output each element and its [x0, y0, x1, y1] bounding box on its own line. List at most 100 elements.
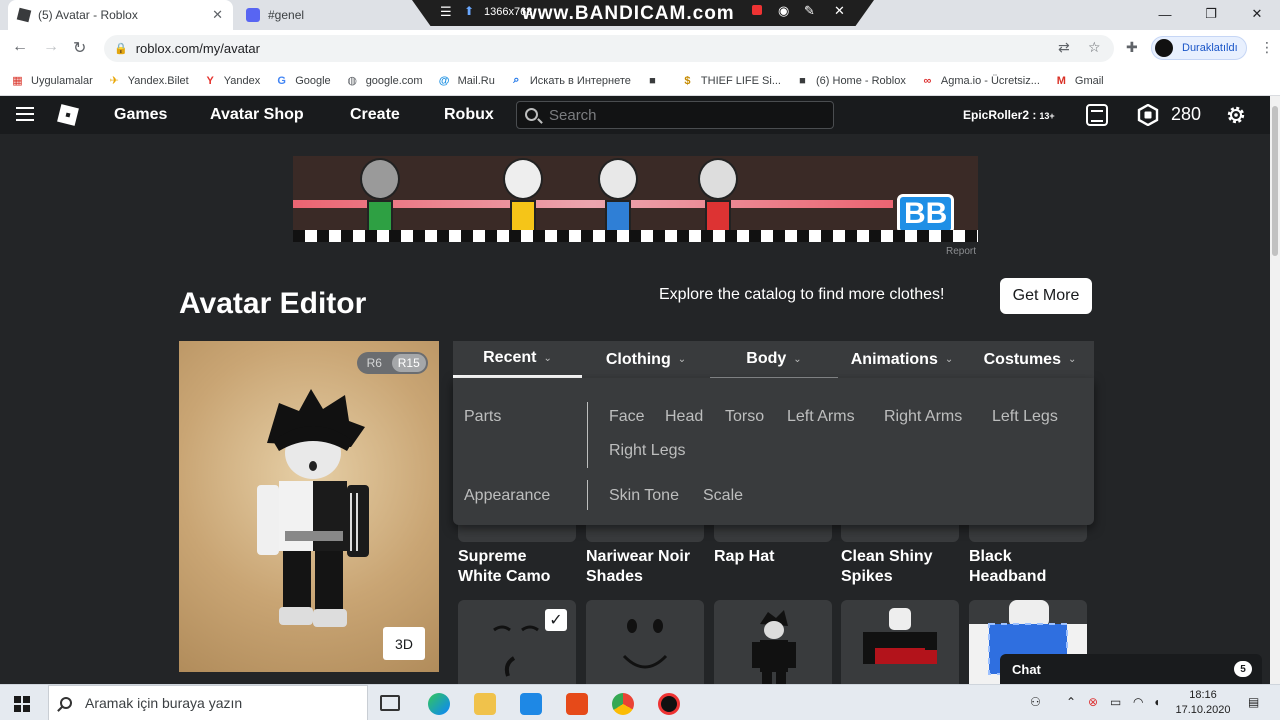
restore-window-icon[interactable]: ❐: [1188, 0, 1234, 28]
item-card[interactable]: [458, 522, 576, 542]
antivirus-icon[interactable]: ⊗: [1088, 695, 1098, 709]
bookmark-item[interactable]: ∞ Agma.io - Ücretsiz...: [920, 73, 1039, 88]
bookmark-item[interactable]: G Google: [274, 73, 330, 88]
tab-clothing[interactable]: Clothing ⌄: [582, 341, 710, 378]
item-card-shirt[interactable]: [841, 600, 959, 690]
menu-item-scale[interactable]: Scale: [703, 487, 743, 505]
get-more-button[interactable]: Get More: [1000, 278, 1092, 314]
menu-item-skin-tone[interactable]: Skin Tone: [609, 487, 679, 505]
browser-menu-icon[interactable]: ⋮: [1260, 39, 1274, 56]
nav-games[interactable]: Games: [114, 106, 167, 124]
item-name[interactable]: Nariwear Noir Shades: [586, 547, 711, 587]
translate-icon[interactable]: ⇄: [1058, 39, 1070, 56]
menu-item-left-arms[interactable]: Left Arms: [787, 408, 855, 426]
nav-create[interactable]: Create: [350, 106, 400, 124]
task-view-icon[interactable]: [380, 695, 400, 711]
item-card-outfit[interactable]: [714, 600, 832, 690]
item-card[interactable]: [841, 522, 959, 542]
tab-costumes[interactable]: Costumes ⌄: [966, 341, 1094, 378]
item-card-face[interactable]: [586, 600, 704, 690]
edge-browser-icon[interactable]: [428, 693, 450, 715]
address-bar[interactable]: 🔒 roblox.com/my/avatar: [104, 35, 1114, 62]
wifi-icon[interactable]: ◠: [1133, 695, 1143, 709]
system-clock[interactable]: 18:16 17.10.2020: [1168, 688, 1238, 718]
equipped-checkmark-icon[interactable]: ✓: [545, 609, 567, 631]
search-input[interactable]: Search: [516, 101, 834, 129]
people-icon[interactable]: ⚇: [1030, 695, 1041, 709]
tab-avatar-roblox[interactable]: (5) Avatar - Roblox ✕: [8, 0, 233, 30]
bookmark-item[interactable]: ■: [645, 73, 666, 88]
item-card[interactable]: [586, 522, 704, 542]
avatar-preview[interactable]: [179, 341, 439, 672]
item-card[interactable]: [714, 522, 832, 542]
tab-body[interactable]: Body ⌄: [710, 341, 838, 378]
nav-robux[interactable]: Robux: [444, 106, 494, 124]
ad-banner[interactable]: BB: [293, 156, 978, 242]
robux-balance[interactable]: 280: [1171, 104, 1201, 125]
tab-recent[interactable]: Recent ⌄: [453, 341, 582, 378]
tab-genel[interactable]: #genel: [236, 0, 406, 30]
close-window-icon[interactable]: ✕: [1234, 0, 1280, 28]
nav-avatar-shop[interactable]: Avatar Shop: [210, 106, 304, 124]
volume-icon[interactable]: ◖: [1153, 695, 1160, 709]
bookmark-item[interactable]: Y Yandex: [203, 73, 261, 88]
bookmark-item[interactable]: $ THIEF LIFE Si...: [680, 73, 781, 88]
age-label: 13+: [1039, 111, 1055, 121]
file-explorer-icon[interactable]: [474, 693, 496, 715]
rig-r6-option[interactable]: R6: [357, 356, 392, 370]
messages-icon[interactable]: [1086, 104, 1108, 126]
taskbar-search-input[interactable]: Aramak için buraya yazın: [48, 685, 368, 720]
hamburger-menu-icon[interactable]: [16, 107, 34, 121]
menu-item-face[interactable]: Face: [609, 408, 645, 426]
settings-gear-icon[interactable]: [1225, 104, 1247, 126]
rig-toggle[interactable]: R6 R15: [357, 352, 428, 374]
bookmark-item[interactable]: ⌕ Искать в Интернете: [509, 73, 631, 88]
close-tab-icon[interactable]: ✕: [212, 7, 223, 23]
notifications-icon[interactable]: ▤: [1248, 695, 1259, 709]
page-scrollbar[interactable]: [1270, 96, 1280, 684]
menu-item-head[interactable]: Head: [665, 408, 703, 426]
chat-bar[interactable]: Chat 5: [1000, 654, 1262, 684]
chrome-icon[interactable]: [612, 693, 634, 715]
menu-item-left-legs[interactable]: Left Legs: [992, 408, 1058, 426]
profile-button[interactable]: Duraklatıldı: [1151, 36, 1247, 60]
windows-start-icon[interactable]: [14, 696, 30, 712]
menu-item-right-legs[interactable]: Right Legs: [609, 442, 686, 460]
chevron-up-icon[interactable]: ⌃: [1066, 695, 1076, 709]
bandicam-record-icon[interactable]: [658, 693, 680, 715]
bookmark-star-icon[interactable]: ☆: [1088, 39, 1101, 56]
battery-icon[interactable]: ▭: [1110, 695, 1121, 709]
bookmark-item[interactable]: ▦ Uygulamalar: [10, 73, 92, 88]
pencil-icon[interactable]: ✎: [804, 3, 815, 19]
scrollbar-thumb[interactable]: [1272, 106, 1278, 256]
camera-icon[interactable]: ◉: [778, 3, 789, 19]
item-name[interactable]: Rap Hat: [714, 547, 832, 567]
item-name[interactable]: Clean Shiny Spikes: [841, 547, 959, 587]
menu-item-torso[interactable]: Torso: [725, 408, 764, 426]
robux-icon[interactable]: [1137, 104, 1159, 126]
office-icon[interactable]: [566, 693, 588, 715]
extensions-icon[interactable]: ✚: [1126, 39, 1138, 56]
forward-arrow-icon[interactable]: →: [43, 38, 59, 56]
menu-item-right-arms[interactable]: Right Arms: [884, 408, 962, 426]
close-icon[interactable]: ✕: [834, 3, 845, 19]
reload-icon[interactable]: ↻: [73, 38, 86, 58]
bookmark-item[interactable]: ■ (6) Home - Roblox: [795, 73, 906, 88]
bookmark-item[interactable]: ◍ google.com: [345, 73, 422, 88]
ad-report-link[interactable]: Report: [946, 246, 976, 257]
minimize-window-icon[interactable]: —: [1142, 0, 1188, 28]
view-3d-button[interactable]: 3D: [383, 627, 425, 660]
username-label[interactable]: EpicRoller2 :13+: [963, 108, 1055, 122]
bookmark-item[interactable]: ✈ Yandex.Bilet: [107, 73, 189, 88]
mail-icon[interactable]: [520, 693, 542, 715]
back-arrow-icon[interactable]: ←: [12, 38, 28, 56]
tab-animations[interactable]: Animations ⌄: [838, 341, 966, 378]
record-icon[interactable]: [752, 5, 762, 15]
item-name[interactable]: Supreme White Camo: [458, 547, 576, 587]
bookmark-item[interactable]: M Gmail: [1054, 73, 1104, 88]
item-card[interactable]: [969, 522, 1087, 542]
bookmark-item[interactable]: @ Mail.Ru: [437, 73, 495, 88]
item-name[interactable]: Black Headband: [969, 547, 1087, 587]
roblox-logo[interactable]: [57, 104, 79, 126]
rig-r15-option[interactable]: R15: [391, 354, 426, 372]
